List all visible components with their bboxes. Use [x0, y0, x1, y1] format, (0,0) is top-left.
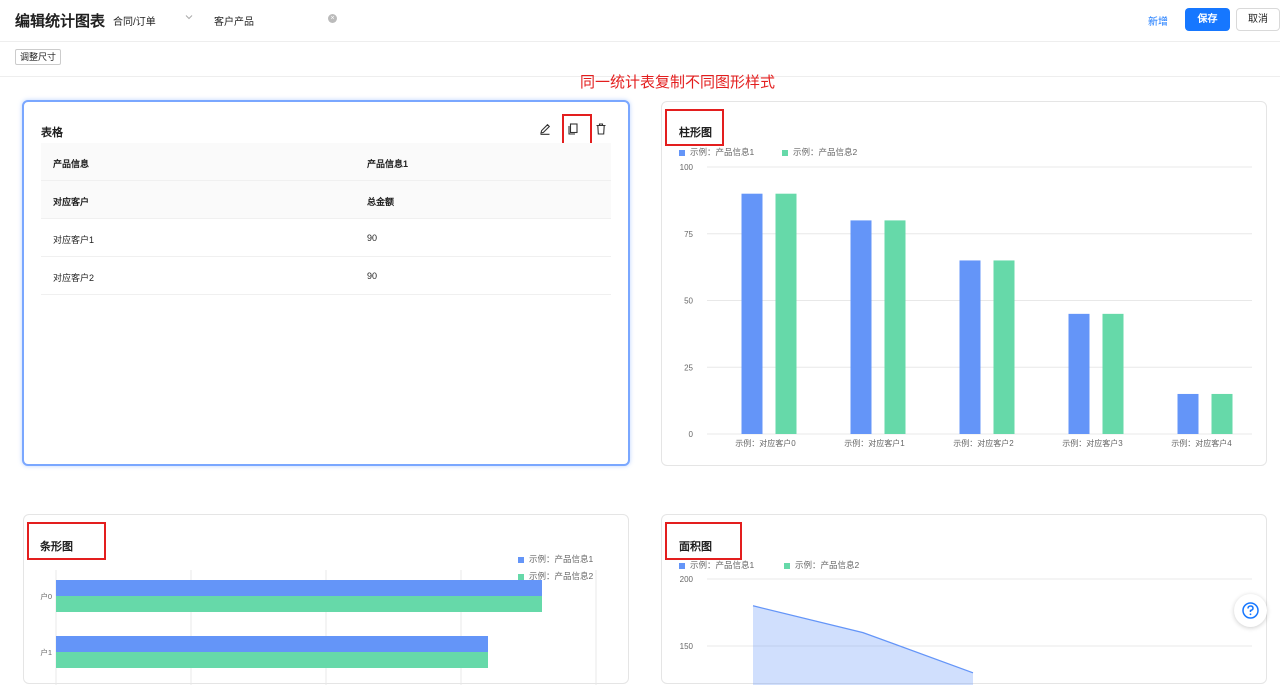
cancel-button[interactable]: 取消: [1236, 8, 1280, 31]
bar: [959, 260, 981, 434]
x-tick-label: 示例：对应客户2: [953, 438, 1014, 448]
bar: [56, 596, 542, 612]
delete-icon[interactable]: [594, 122, 608, 136]
table-cell: 90: [367, 271, 378, 281]
header-cell: 产品信息: [53, 159, 90, 169]
table-cell: 对应客户2: [53, 273, 95, 283]
bar: [56, 636, 488, 652]
panel-title: 表格: [41, 127, 63, 139]
table-header-row: 对应客户 总金额: [41, 181, 611, 219]
bar: [1211, 393, 1233, 434]
bar: [775, 193, 797, 434]
y-tick-label: 0: [689, 430, 694, 439]
bar: [56, 580, 542, 596]
y-tick-label: 50: [684, 297, 693, 306]
bar: [884, 220, 906, 434]
help-button[interactable]: [1234, 594, 1267, 627]
edit-icon[interactable]: [538, 122, 552, 136]
area-chart-panel[interactable]: 面积图 示例：产品信息1 示例：产品信息2 150 200: [661, 514, 1267, 685]
x-tick-label: 示例：对应客户1: [844, 438, 905, 448]
horizontal-bar-chart: 户0 户1: [40, 570, 597, 685]
y-tick-label: 150: [680, 642, 694, 651]
bar: [741, 193, 763, 434]
y-tick-label: 25: [684, 363, 693, 372]
bar: [993, 260, 1015, 434]
chevron-down-icon[interactable]: [184, 12, 194, 25]
area-fill: [753, 605, 973, 685]
save-button[interactable]: 保存: [1185, 8, 1230, 31]
table-cell: 90: [367, 233, 378, 243]
bar: [1102, 313, 1124, 434]
y-tick-label: 户1: [40, 647, 52, 657]
y-tick-label: 75: [684, 230, 693, 239]
table-row: 对应客户2 90: [41, 257, 611, 295]
bar: [1177, 393, 1199, 434]
header-cell: 产品信息1: [367, 159, 409, 169]
clear-icon[interactable]: ×: [328, 14, 337, 23]
table-cell: 对应客户1: [53, 235, 95, 245]
y-tick-label: 100: [680, 163, 694, 172]
header-cell: 总金额: [367, 197, 395, 207]
table-header-row: 产品信息 产品信息1: [41, 143, 611, 181]
column-chart-panel[interactable]: 柱形图 示例：产品信息1 示例：产品信息2 0 25 50 75 100 示例：对应客户0…: [661, 101, 1267, 466]
bar: [1068, 313, 1090, 434]
bar: [56, 652, 488, 668]
y-tick-label: 200: [680, 575, 694, 584]
x-tick-label: 示例：对应客户3: [1062, 438, 1123, 448]
add-button[interactable]: 新增: [1148, 13, 1168, 28]
table-row: 对应客户1 90: [41, 219, 611, 257]
bar-chart-panel[interactable]: 条形图 示例：产品信息1 示例：产品信息2 户0 户1: [23, 514, 629, 685]
x-tick-label: 示例：对应客户0: [735, 438, 796, 448]
page-title: 编辑统计图表: [15, 13, 106, 30]
column-chart: 0 25 50 75 100 示例：对应客户0 示例：对应客户1 示例：对应客户2 示例：对应客…: [680, 163, 1252, 448]
resize-button[interactable]: 调整尺寸: [15, 49, 62, 65]
x-tick-label: 示例：对应客户4: [1171, 438, 1232, 448]
context-select[interactable]: 合同/订单: [113, 13, 156, 28]
top-bar: 编辑统计图表 合同/订单 客户产品 × 新增 保存 取消: [0, 0, 1280, 42]
area-chart: 150 200: [680, 575, 1252, 685]
header-cell: 对应客户: [53, 197, 90, 207]
y-tick-label: 户0: [40, 591, 52, 601]
annotation-text: 同一统计表复制不同图形样式: [580, 73, 776, 91]
product-select[interactable]: 客户产品: [214, 13, 254, 28]
table-panel[interactable]: 表格 产品信息 产品信息1 对应客户 总金额 对应客户1 90 对应客户2 90: [22, 100, 630, 466]
help-icon[interactable]: [1234, 594, 1267, 627]
bar: [850, 220, 872, 434]
